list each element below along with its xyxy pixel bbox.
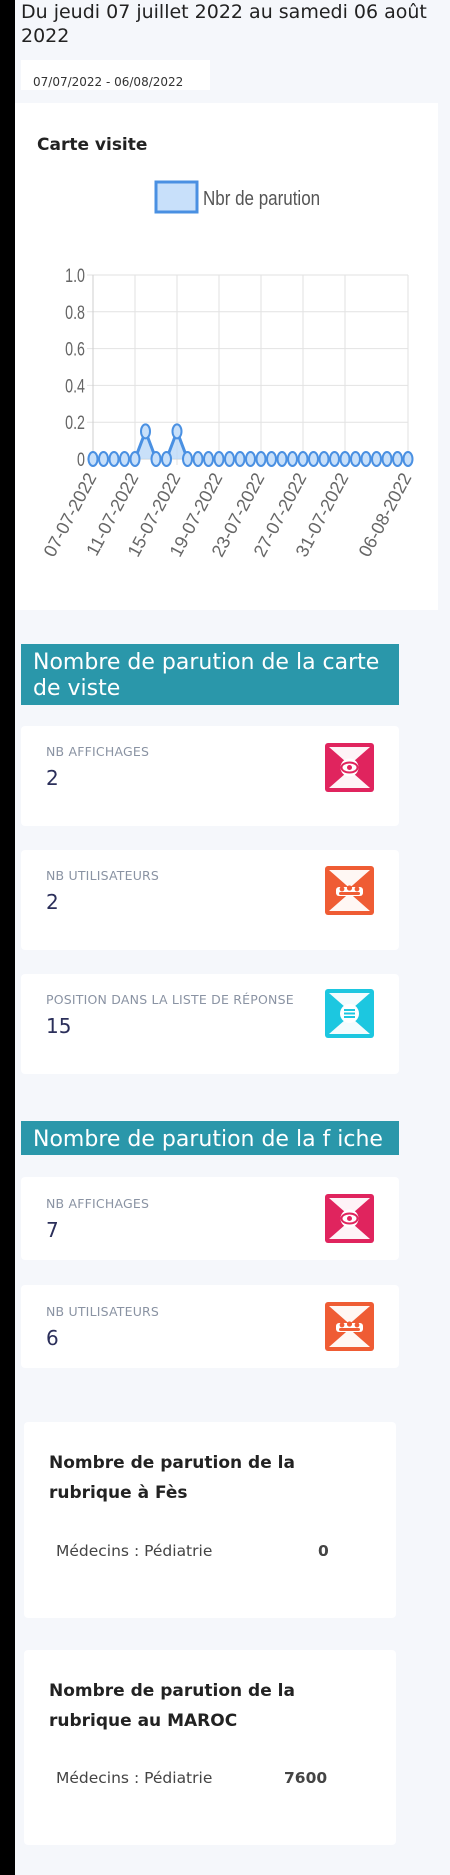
rubric-row-label: Médecins : Pédiatrie <box>56 1542 213 1560</box>
data-point <box>98 451 109 467</box>
data-point <box>318 451 330 467</box>
data-point <box>203 451 214 467</box>
data-point <box>402 451 414 467</box>
y-tick-label: 0.2 <box>65 412 85 433</box>
x-tick-label: 06-08-2022 <box>355 469 416 560</box>
stat-label: NB AFFICHAGES <box>46 1196 150 1211</box>
stat-card: NB UTILISATEURS 6 <box>21 1285 399 1368</box>
data-point <box>161 451 172 467</box>
stat-card: NB UTILISATEURS 2 <box>21 850 399 950</box>
data-point <box>255 451 267 467</box>
data-point <box>245 451 256 467</box>
data-point <box>87 451 99 467</box>
data-point <box>119 451 130 467</box>
stat-label: POSITION DANS LA LISTE DE RÉPONSE <box>46 992 294 1007</box>
rubric-row-value: 7600 <box>284 1769 328 1787</box>
list-icon <box>325 989 374 1038</box>
y-tick-label: 0.6 <box>65 339 85 360</box>
data-point <box>171 423 183 440</box>
rubric-card-maroc: Nombre de parution de la rubrique au MAR… <box>24 1650 396 1845</box>
stat-label: NB UTILISATEURS <box>46 868 160 883</box>
chart-legend[interactable]: Nbr de parution <box>154 180 320 214</box>
data-point <box>129 451 141 467</box>
stat-value: 15 <box>46 1014 72 1038</box>
left-sidebar-strip <box>0 0 15 1875</box>
data-point <box>276 451 288 467</box>
data-point <box>224 451 235 467</box>
data-point <box>213 451 225 467</box>
x-axis: 07-07-202211-07-202215-07-202219-07-2022… <box>40 469 416 560</box>
data-point <box>360 451 372 467</box>
data-point <box>329 451 340 467</box>
data-point <box>371 451 382 467</box>
data-point <box>308 451 319 467</box>
rubric-card-fes: Nombre de parution de la rubrique à Fès … <box>24 1422 396 1618</box>
data-point <box>140 423 151 440</box>
period-title: Du jeudi 07 juillet 2022 au samedi 06 ao… <box>21 1 427 47</box>
chart-card: Carte visite Nbr de parution 0 0.2 0.4 0.6 0… <box>15 103 438 610</box>
stat-label: NB AFFICHAGES <box>46 744 150 759</box>
eye-icon <box>325 1194 374 1243</box>
stat-card: POSITION DANS LA LISTE DE RÉPONSE 15 <box>21 974 399 1074</box>
data-point <box>392 451 403 467</box>
y-tick-label: 0.8 <box>65 302 85 323</box>
data-point <box>297 451 309 467</box>
rubric-row-label: Médecins : Pédiatrie <box>56 1769 213 1787</box>
line-chart: Nbr de parution 0 0.2 0.4 0.6 0.8 1.0 07-07-2… <box>40 180 416 560</box>
legend-swatch <box>154 180 199 214</box>
rubric-title: Nombre de parution de la rubrique au MAR… <box>49 1681 295 1731</box>
rubric-row-value: 0 <box>318 1542 329 1560</box>
data-point <box>192 451 204 467</box>
chart-grid <box>87 274 409 465</box>
legend-label: Nbr de parution <box>203 187 320 210</box>
data-point <box>339 451 351 467</box>
y-tick-label: 0.4 <box>65 375 85 396</box>
chart-series <box>87 423 414 467</box>
stat-label: NB UTILISATEURS <box>46 1304 160 1319</box>
y-tick-label: 1.0 <box>65 265 85 286</box>
stat-value: 2 <box>46 890 59 914</box>
date-range-picker[interactable]: 07/07/2022 - 06/08/2022 <box>21 60 210 90</box>
stat-card: NB AFFICHAGES 2 <box>21 726 399 826</box>
y-tick-label: 0 <box>77 449 85 470</box>
data-point <box>287 451 298 467</box>
data-point <box>182 451 193 467</box>
stat-value: 2 <box>46 766 59 790</box>
stat-value: 7 <box>46 1218 59 1242</box>
eye-icon <box>325 743 374 792</box>
chart-card-title: Carte visite <box>37 135 148 155</box>
section-header-fiche: Nombre de parution de la f iche <box>21 1121 399 1155</box>
stat-card: NB AFFICHAGES 7 <box>21 1177 399 1260</box>
data-point <box>150 451 162 467</box>
rubric-title: Nombre de parution de la rubrique à Fès <box>49 1453 295 1503</box>
data-point <box>350 451 361 467</box>
users-icon <box>325 866 374 915</box>
data-point <box>266 451 277 467</box>
data-point <box>108 451 120 467</box>
data-point <box>234 451 246 467</box>
users-icon <box>325 1302 374 1351</box>
y-axis: 0 0.2 0.4 0.6 0.8 1.0 <box>65 265 85 470</box>
stat-value: 6 <box>46 1326 59 1350</box>
section-header-carte: Nombre de parution de la carte de viste <box>21 644 399 705</box>
data-point <box>381 451 393 467</box>
